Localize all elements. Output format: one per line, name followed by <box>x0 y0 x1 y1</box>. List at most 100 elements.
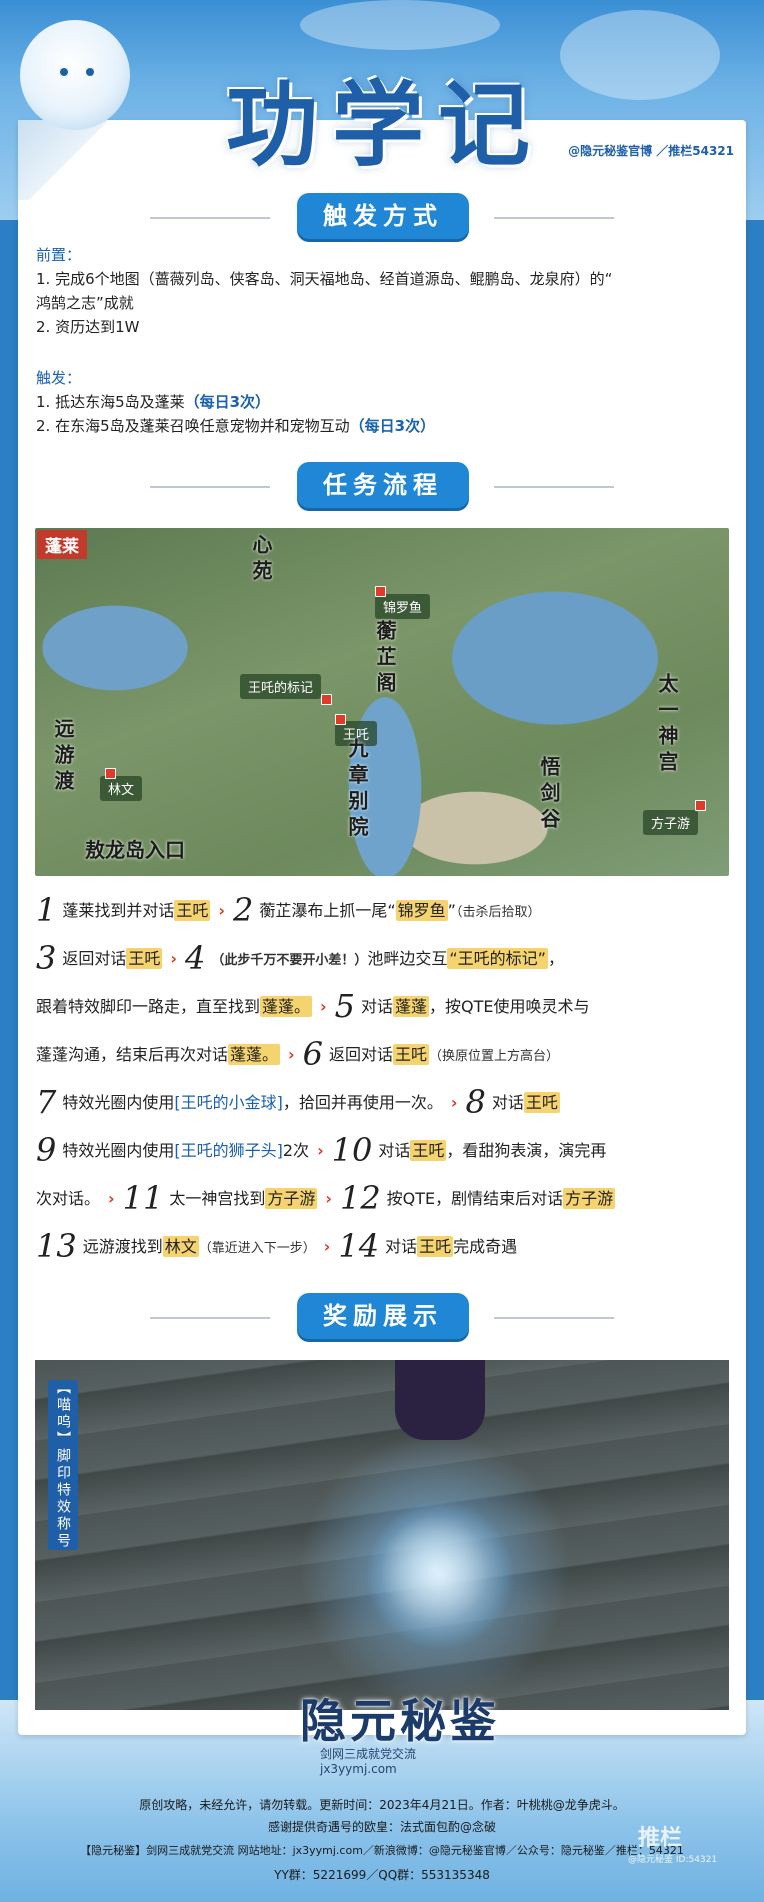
npc-highlight: 王吒 <box>174 900 211 921</box>
step-text: 太一神宫找到 <box>169 1189 266 1208</box>
step-text: 特效光圈内使用 <box>62 1141 175 1160</box>
step-note: （击杀后拾取） <box>455 905 541 920</box>
step-text: ” <box>447 901 456 920</box>
npc-highlight: 王吒 <box>417 1236 454 1257</box>
step-arrow-icon: › <box>218 901 225 920</box>
trigger-item-1-text: 1. 抵达东海5岛及蓬莱 <box>36 393 185 411</box>
page-fold <box>18 120 118 200</box>
footer-groups: YY群：5221699／QQ群：553135348 <box>274 1868 490 1882</box>
map-marker <box>375 586 386 597</box>
step-arrow-icon: › <box>325 1189 332 1208</box>
step-text: 对话 <box>385 1237 418 1256</box>
map-label-linwen: 林文 <box>100 776 143 801</box>
step-line-1: 1 蓬莱找到并对话 王吒 › 2 蘅芷瀑布上抓一尾“ 锦罗鱼 ”（击杀后拾取） <box>36 890 540 933</box>
map-marker <box>335 714 346 725</box>
divider-line <box>494 1317 614 1319</box>
step-text: 蓬莱找到并对话 <box>62 901 175 920</box>
page-title: 功学记 <box>225 71 544 179</box>
mascot-eye <box>60 68 68 76</box>
npc-highlight: 王吒 <box>126 948 163 969</box>
step-text: 特效光圈内使用 <box>62 1093 175 1112</box>
water-splash <box>560 10 720 100</box>
water-splash <box>300 0 500 50</box>
step-number: 13 <box>36 1227 77 1265</box>
npc-highlight: 方子游 <box>265 1188 318 1209</box>
step-line-2: 3 返回对话 王吒 › 4 （此步千万不要开小差！）池畔边交互 “王吒的标记”， <box>36 938 564 981</box>
step-text: 对话 <box>360 997 393 1016</box>
trigger-item-1: 1. 抵达东海5岛及蓬莱（每日3次） <box>36 390 270 414</box>
daily-limit-note: （每日3次） <box>184 393 271 411</box>
map-place-yuanyoudu: 远游渡 <box>51 718 75 796</box>
step-arrow-icon: › <box>317 1141 324 1160</box>
author-credit: @隐元秘鉴官博 ／推栏54321 <box>568 144 734 158</box>
map-place-wujian: 悟剑谷 <box>537 756 561 834</box>
footprint-effect <box>365 1500 515 1650</box>
map-place-taiyi: 太一神宫 <box>655 673 679 777</box>
divider-line <box>150 1317 270 1319</box>
step-text: ， <box>547 949 564 968</box>
npc-highlight: 王吒 <box>393 1044 430 1065</box>
watermark-logo: 推栏 <box>638 1826 683 1851</box>
step-arrow-icon: › <box>288 1045 295 1064</box>
divider-line <box>150 486 270 488</box>
step-text: 池畔边交互 <box>367 949 448 968</box>
step-note: （换原位置上方高台） <box>429 1049 560 1064</box>
step-text: 蓬蓬沟通，结束后再次对话 <box>36 1045 229 1064</box>
step-line-5: 7 特效光圈内使用[王吒的小金球]，拾回并再使用一次。 › 8 对话 王吒 <box>36 1082 560 1123</box>
step-text: 返回对话 <box>328 1045 393 1064</box>
step-line-3: 跟着特效脚印一路走，直至找到 蓬蓬。 › 5 对话 蓬蓬 ，按QTE使用唤灵术与 <box>36 986 590 1027</box>
item-highlight: “王吒的标记” <box>447 948 548 969</box>
watermark-id: @隐元秘鉴 ID:54321 <box>628 1855 718 1865</box>
step-text: 按QTE，剧情结束后对话 <box>386 1189 564 1208</box>
site-logo: 隐元秘鉴 <box>300 1694 500 1748</box>
step-text: 次对话。 <box>36 1189 101 1208</box>
logo-subtitle-text: 剑网三成就党交流 <box>320 1747 417 1761</box>
item-highlight: 锦罗鱼 <box>395 900 448 921</box>
pre-item-1: 1. 完成6个地图（蔷薇列岛、侠客岛、洞天福地岛、经首道源岛、鲲鹏岛、龙泉府）的… <box>36 270 613 288</box>
step-number: 11 <box>122 1179 164 1217</box>
reward-title-tag: 【喵呜】脚印特效称号 <box>48 1380 78 1550</box>
step-text: 对话 <box>491 1093 524 1112</box>
step-arrow-icon: › <box>323 1237 331 1256</box>
step-number: 1 <box>36 891 57 929</box>
step-text: 对话 <box>378 1141 411 1160</box>
divider-line <box>494 217 614 219</box>
divider-line <box>150 217 270 219</box>
step-line-7: 次对话。 › 11 太一神宫找到 方子游 › 12 按QTE，剧情结束后对话 方子游 <box>36 1178 616 1219</box>
map-place-aolong: 敖龙岛入口 <box>85 838 185 862</box>
step-text: ，看甜狗表演，演完再 <box>446 1141 607 1160</box>
step-arrow-icon: › <box>320 997 327 1016</box>
step-number: 3 <box>36 939 57 977</box>
character-legs <box>395 1360 485 1440</box>
map-marker <box>695 800 706 811</box>
npc-highlight: 王吒 <box>523 1092 560 1113</box>
item-name: [王吒的狮子头] <box>174 1141 283 1160</box>
step-number: 7 <box>36 1083 57 1121</box>
step-number: 5 <box>334 987 355 1025</box>
npc-highlight: 林文 <box>162 1236 199 1257</box>
mascot-creature <box>20 20 130 130</box>
daily-limit-note: （每日3次） <box>349 417 436 435</box>
section-heading-trigger: 触发方式 <box>0 193 764 243</box>
map-place-xin: 心苑 <box>249 534 273 586</box>
map-label-wangtun-mark: 王吒的标记 <box>240 674 322 699</box>
step-text: 完成奇遇 <box>453 1237 518 1256</box>
section-title: 任务流程 <box>297 462 469 508</box>
pre-item-1-cont: 鸿鹄之志”成就 <box>36 294 134 312</box>
step-text: 跟着特效脚印一路走，直至找到 <box>36 997 261 1016</box>
step-number: 9 <box>36 1131 57 1169</box>
step-arrow-icon: › <box>450 1093 458 1112</box>
map-place-hengzhi: 蘅芷阁 <box>373 620 397 698</box>
trigger-item-2-text: 2. 在东海5岛及蓬莱召唤任意宠物并和宠物互动 <box>36 417 350 435</box>
step-number: 10 <box>331 1131 373 1169</box>
step-arrow-icon: › <box>170 949 177 968</box>
map-region-tag: 蓬莱 <box>37 530 87 559</box>
step-text: ，拾回并再使用一次。 <box>282 1093 443 1112</box>
reward-screenshot <box>35 1360 729 1710</box>
step-number: 4 <box>184 939 206 977</box>
item-name: [王吒的小金球] <box>174 1093 283 1112</box>
section-title: 奖励展示 <box>297 1293 469 1339</box>
pre-item-2: 2. 资历达到1W <box>36 318 140 336</box>
mascot-eye <box>86 68 94 76</box>
step-number: 6 <box>302 1035 323 1073</box>
